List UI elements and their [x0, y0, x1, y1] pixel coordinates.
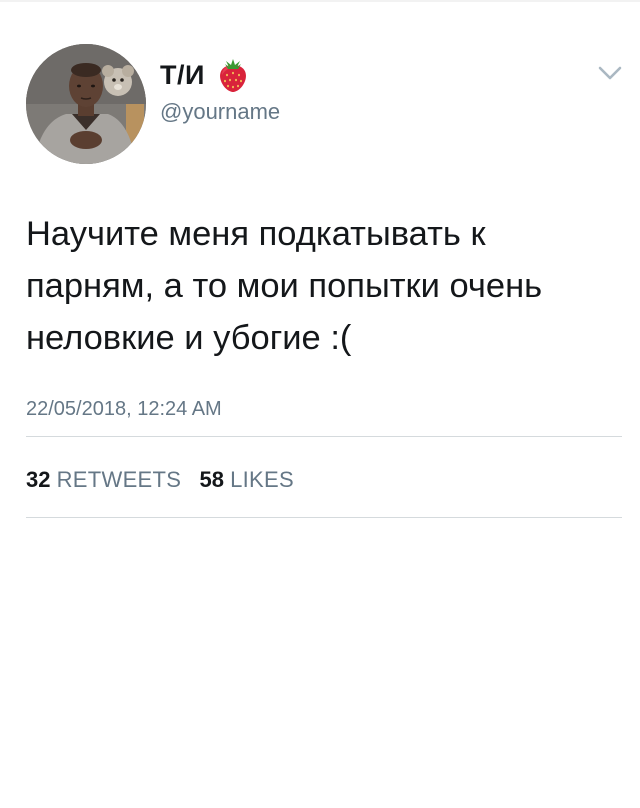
chevron-down-icon[interactable] [596, 62, 624, 84]
top-border [0, 0, 640, 2]
tweet-timestamp[interactable]: 22/05/2018, 12:24 AM [26, 396, 222, 422]
likes-stat[interactable]: 58 LIKES [199, 467, 293, 492]
strawberry-icon [220, 59, 246, 92]
retweets-label: RETWEETS [56, 467, 182, 492]
retweets-count: 32 [26, 467, 51, 492]
divider [26, 517, 622, 518]
display-name[interactable]: Т/И [160, 58, 205, 92]
avatar[interactable] [26, 44, 146, 164]
likes-count: 58 [199, 467, 224, 492]
tweet-text: Научите меня подкатывать к парням, а то … [26, 215, 543, 357]
divider [26, 436, 622, 437]
retweets-stat[interactable]: 32 RETWEETS [26, 467, 187, 492]
likes-label: LIKES [230, 467, 294, 492]
user-handle[interactable]: @yourname [160, 98, 280, 126]
avatar-photo [26, 44, 146, 164]
tweet-stats: 32 RETWEETS 58 LIKES [26, 466, 294, 494]
